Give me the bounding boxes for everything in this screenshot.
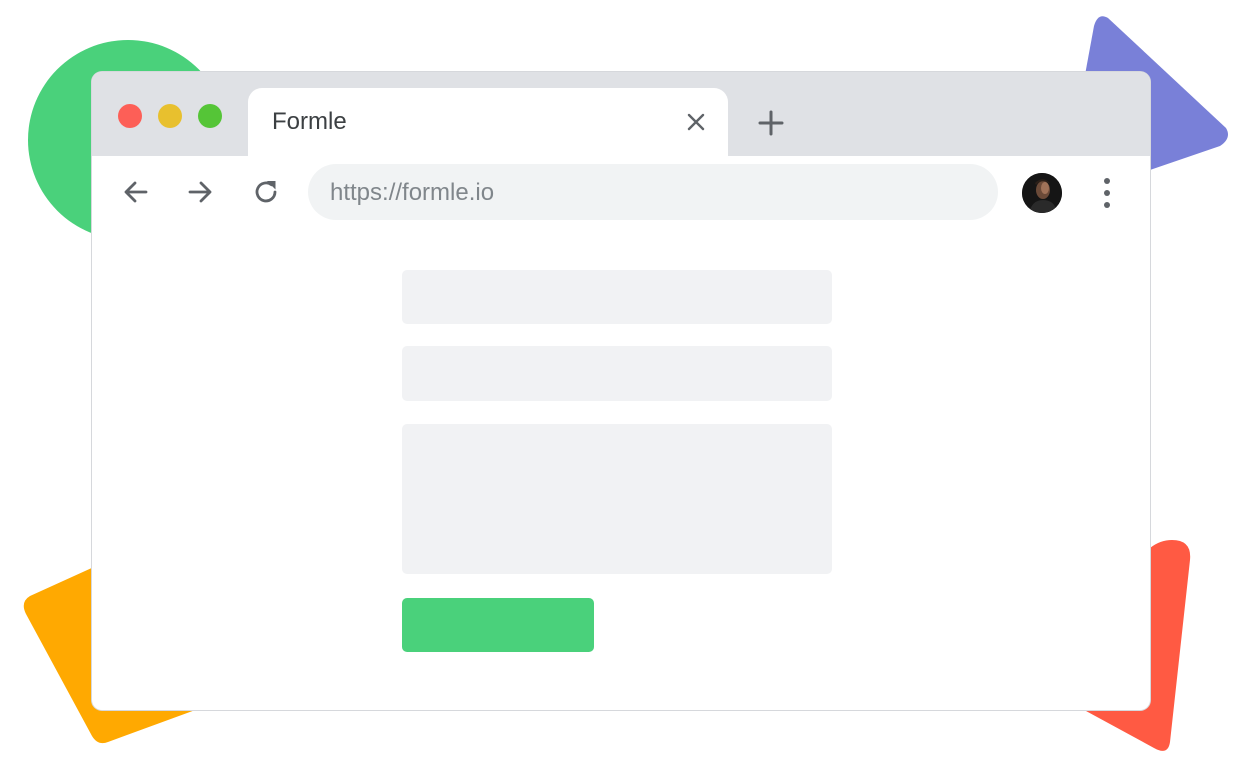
form-input-field[interactable] xyxy=(402,270,832,324)
browser-toolbar: https://formle.io xyxy=(92,156,1150,228)
url-text: https://formle.io xyxy=(330,179,495,206)
arrow-right-icon[interactable] xyxy=(184,176,216,208)
reload-icon[interactable] xyxy=(250,176,282,208)
minimize-window-button[interactable] xyxy=(158,104,182,128)
profile-photo xyxy=(1022,173,1062,213)
close-icon[interactable] xyxy=(684,110,708,134)
arrow-left-icon[interactable] xyxy=(120,176,152,208)
browser-tab[interactable]: Formle xyxy=(248,88,728,156)
form-input-field[interactable] xyxy=(402,346,832,401)
maximize-window-button[interactable] xyxy=(198,104,222,128)
page-content xyxy=(92,228,1150,710)
close-window-button[interactable] xyxy=(118,104,142,128)
tab-strip: Formle xyxy=(92,72,1150,156)
address-bar[interactable]: https://formle.io xyxy=(308,164,998,220)
form-textarea[interactable] xyxy=(402,424,832,574)
more-vert-icon[interactable] xyxy=(1096,178,1118,208)
submit-button[interactable] xyxy=(402,598,594,652)
tab-title: Formle xyxy=(272,108,347,135)
browser-window: Formle https://formle.io xyxy=(92,72,1150,710)
plus-icon[interactable] xyxy=(756,108,786,138)
avatar[interactable] xyxy=(1022,173,1062,213)
